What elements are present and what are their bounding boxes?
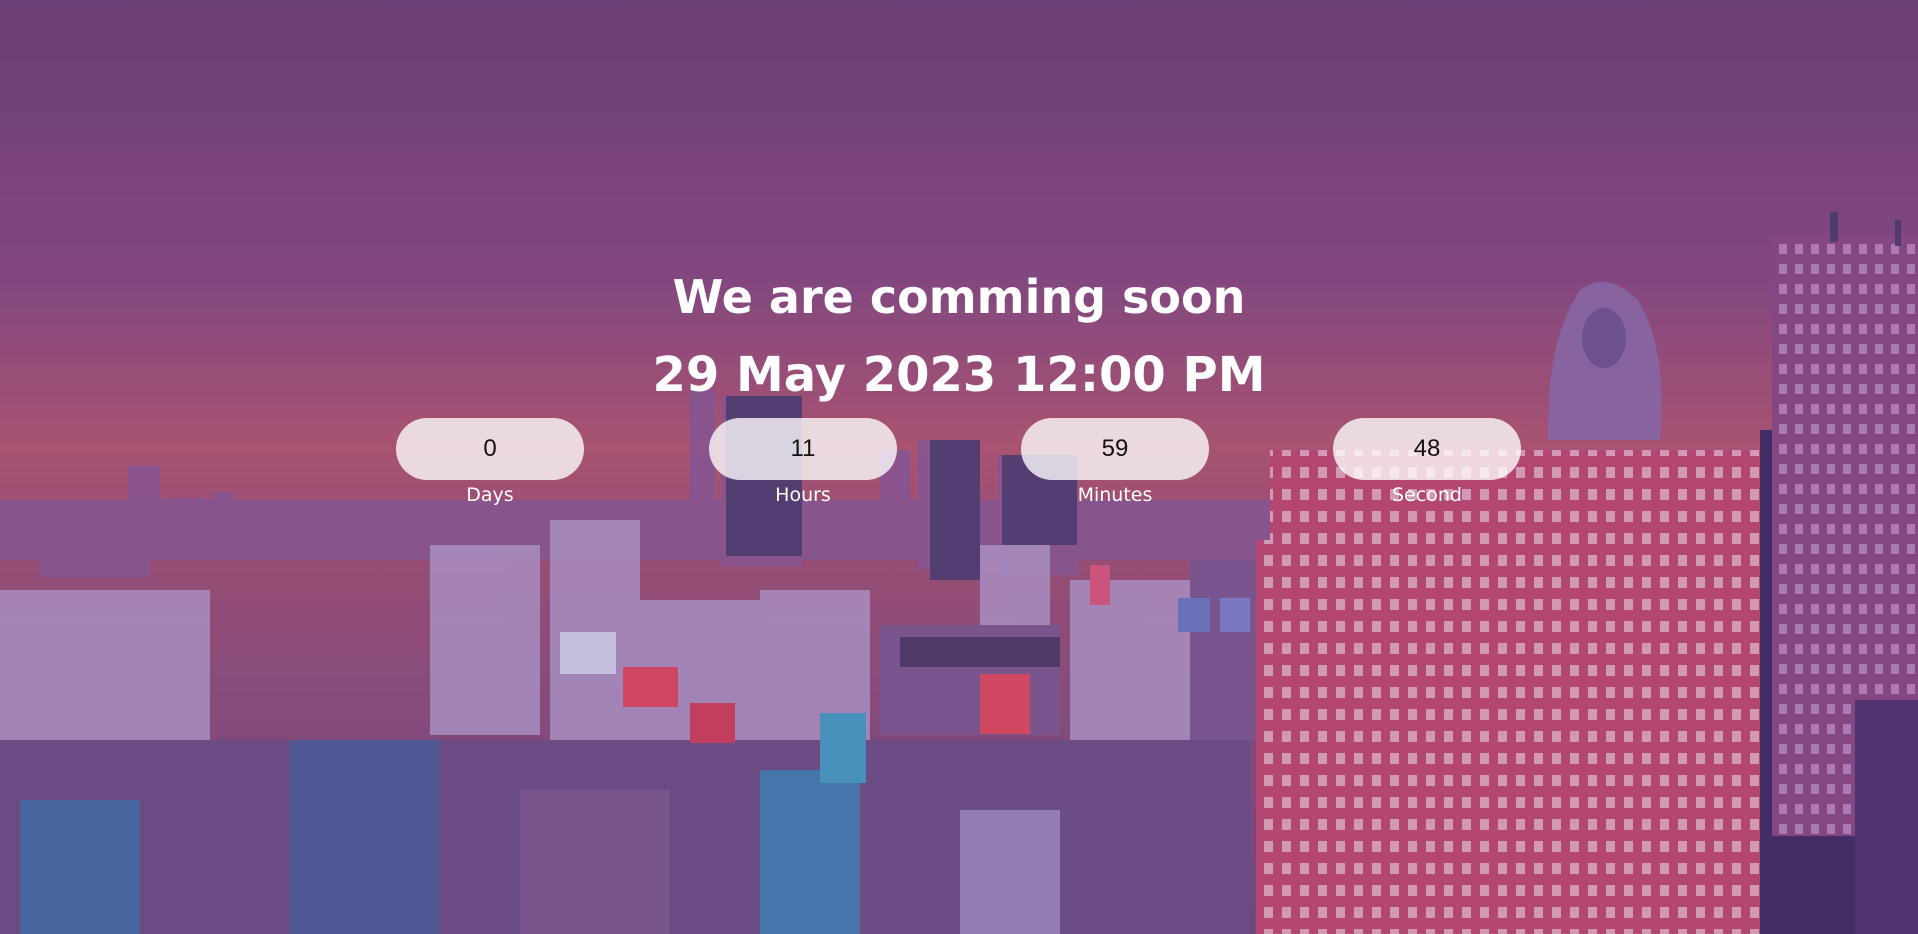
countdown-seconds-label: Second (1392, 484, 1462, 506)
countdown-days-label: Days (466, 484, 514, 506)
countdown-days-value: 0 (396, 418, 584, 480)
countdown-minutes-label: Minutes (1077, 484, 1153, 506)
launch-date: 29 May 2023 12:00 PM (652, 347, 1266, 403)
countdown-hours-value: 11 (709, 418, 897, 480)
coming-soon-content: We are comming soon 29 May 2023 12:00 PM… (0, 0, 1918, 934)
countdown-days: 0 Days (396, 418, 584, 508)
countdown-minutes: 59 Minutes (1021, 418, 1209, 508)
countdown-hours: 11 Hours (709, 418, 897, 508)
countdown-seconds: 48 Second (1333, 418, 1521, 508)
hero-section: We are comming soon 29 May 2023 12:00 PM… (0, 0, 1918, 934)
countdown-hours-label: Hours (775, 484, 831, 506)
countdown-minutes-value: 59 (1021, 418, 1209, 480)
countdown-seconds-value: 48 (1333, 418, 1521, 480)
page-title: We are comming soon (672, 270, 1246, 324)
